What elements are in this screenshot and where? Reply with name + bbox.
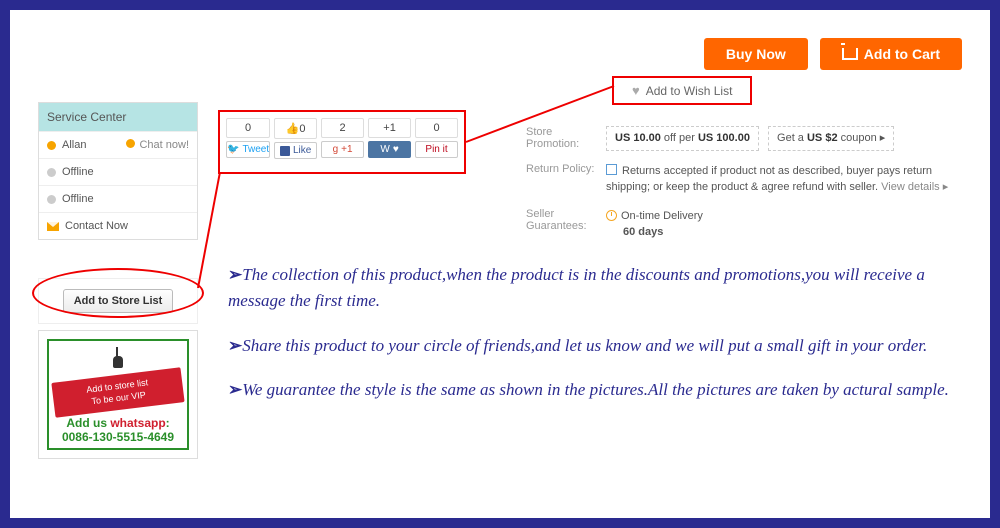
twitter-icon: 🐦 (227, 144, 239, 155)
add-to-wish-list-button[interactable]: ♥ Add to Wish List (612, 76, 752, 105)
add-to-cart-label: Add to Cart (864, 46, 940, 62)
promo-notes: ➢The collection of this product,when the… (228, 262, 962, 421)
status-dot-offline-icon (47, 195, 56, 204)
return-icon (606, 164, 617, 175)
contact-now-link[interactable]: Contact Now (39, 212, 197, 239)
return-policy-text: Returns accepted if product not as descr… (606, 163, 962, 196)
contact-label: Contact Now (65, 220, 128, 232)
add-to-cart-button[interactable]: Add to Cart (820, 38, 962, 70)
vip-tag: Add to store list To be our VIP (51, 367, 184, 418)
status-dot-offline-icon (47, 168, 56, 177)
coupon-pill[interactable]: Get a US $2 coupon ▸ (768, 126, 894, 151)
status-dot-online-icon (126, 139, 135, 148)
vk-icon: W (380, 144, 389, 155)
seller-guarantees-text: On-time Delivery 60 days (606, 208, 962, 241)
gplus-icon: g (333, 144, 339, 155)
vk-button[interactable]: W♥ (368, 141, 411, 158)
whatsapp-number: 0086-130-5515-4649 (53, 430, 183, 444)
clock-icon (606, 210, 617, 221)
bullet-icon: ➢ (228, 265, 242, 284)
service-name: Offline (62, 193, 94, 205)
gplus-count: 2 (321, 118, 364, 138)
buy-now-button[interactable]: Buy Now (704, 38, 808, 70)
fb-like-button[interactable]: Like (274, 142, 317, 159)
promo-pill[interactable]: US 10.00 off per US 100.00 (606, 126, 759, 151)
tweet-button[interactable]: 🐦Tweet (226, 141, 270, 158)
service-name: Allan (62, 139, 86, 151)
status-dot-online-icon (47, 141, 56, 150)
share-box: 0 🐦Tweet 👍0 Like 2 g+1 +1 W♥ 0 Pin it (218, 110, 466, 174)
heart-icon: ♥ (632, 83, 640, 98)
wish-label: Add to Wish List (646, 84, 733, 98)
service-center-header: Service Center (39, 103, 197, 131)
service-row-allan[interactable]: Allan Chat now! (39, 131, 197, 158)
bullet-icon: ➢ (228, 336, 242, 355)
view-details-link[interactable]: View details ▸ (881, 181, 948, 193)
vk-count: +1 (368, 118, 411, 138)
service-row-offline: Offline (39, 158, 197, 185)
pinit-button[interactable]: Pin it (415, 141, 458, 158)
store-promotion-label: Store Promotion: (526, 126, 606, 151)
vip-promo-card: Add to store list To be our VIP Add us w… (38, 330, 198, 459)
cursor-icon (109, 347, 127, 371)
chat-now-badge: Chat now! (126, 139, 189, 151)
bullet-icon: ➢ (228, 380, 242, 399)
pin-count: 0 (415, 118, 458, 138)
gplus-button[interactable]: g+1 (321, 141, 364, 158)
annotation-oval (32, 268, 204, 318)
service-row-offline: Offline (39, 185, 197, 212)
product-info-table: Store Promotion: US 10.00 off per US 100… (526, 120, 962, 247)
cart-icon (842, 48, 858, 60)
service-name: Offline (62, 166, 94, 178)
tweet-count: 0 (226, 118, 270, 138)
whatsapp-line: Add us whatsapp: (53, 416, 183, 430)
seller-guarantees-label: SellerGuarantees: (526, 208, 606, 241)
facebook-icon (280, 146, 290, 156)
return-policy-label: Return Policy: (526, 163, 606, 196)
fb-like-count: 👍0 (274, 118, 317, 139)
heart-icon: ♥ (393, 144, 399, 155)
service-center-panel: Service Center Allan Chat now! Offline O… (38, 102, 198, 240)
mail-icon (47, 222, 59, 231)
vip-promo-inner: Add to store list To be our VIP Add us w… (47, 339, 189, 450)
